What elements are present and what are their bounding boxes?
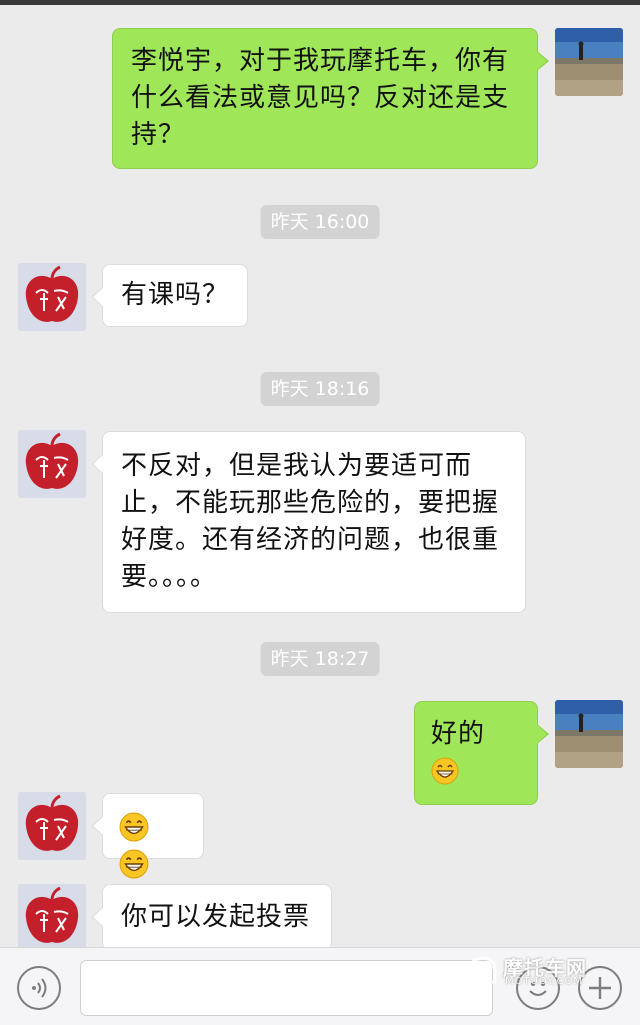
message-text: 好的 xyxy=(431,719,486,749)
message-input[interactable] xyxy=(80,960,493,1016)
apple-seal-avatar-image xyxy=(18,792,86,860)
my-avatar[interactable] xyxy=(555,700,623,768)
timestamp: 昨天 18:16 xyxy=(260,372,380,406)
voice-icon xyxy=(32,978,47,998)
landscape-avatar-image xyxy=(555,28,623,96)
message-bubble-received[interactable]: 有课吗？ xyxy=(91,264,248,327)
grin-emoji-icon xyxy=(119,812,149,842)
apple-seal-avatar-image xyxy=(18,263,86,331)
message-text: 你可以发起投票 xyxy=(121,902,311,932)
contact-avatar[interactable] xyxy=(18,884,86,952)
voice-button[interactable] xyxy=(17,966,61,1010)
timestamp: 昨天 16:00 xyxy=(260,205,380,239)
timestamp: 昨天 18:27 xyxy=(260,642,380,676)
message-bubble-received[interactable]: 你可以发起投票 xyxy=(91,884,332,951)
contact-avatar[interactable] xyxy=(18,792,86,860)
grin-emoji-icon xyxy=(431,757,459,785)
apple-seal-avatar-image xyxy=(18,430,86,498)
my-avatar[interactable] xyxy=(555,28,623,96)
message-text: 有课吗？ xyxy=(121,280,230,310)
status-bar-edge xyxy=(0,0,640,5)
message-bubble-sent[interactable]: 李悦宇，对于我玩摩托车，你有什么看法或意见吗？反对还是支持？ xyxy=(112,28,549,169)
message-bubble-received[interactable]: 不反对，但是我认为要适可而止，不能玩那些危险的，要把握好度。还有经济的问题，也很… xyxy=(91,431,526,613)
contact-avatar[interactable] xyxy=(18,430,86,498)
watermark-domain: MOTUOY.COM xyxy=(505,976,583,987)
site-watermark: 摩托车网 MOTUOY.COM xyxy=(463,950,593,994)
message-text: 李悦宇，对于我玩摩托车，你有什么看法或意见吗？反对还是支持？ xyxy=(131,46,510,150)
helmet-logo-icon xyxy=(465,956,497,984)
apple-seal-avatar-image xyxy=(18,884,86,952)
landscape-avatar-image xyxy=(555,700,623,768)
grin-emoji-icon xyxy=(119,849,149,879)
message-bubble-received[interactable] xyxy=(91,793,204,879)
message-bubble-sent[interactable]: 好的 xyxy=(414,701,549,805)
message-text: 不反对，但是我认为要适可而止，不能玩那些危险的，要把握好度。还有经济的问题，也很… xyxy=(121,451,500,592)
contact-avatar[interactable] xyxy=(18,263,86,331)
